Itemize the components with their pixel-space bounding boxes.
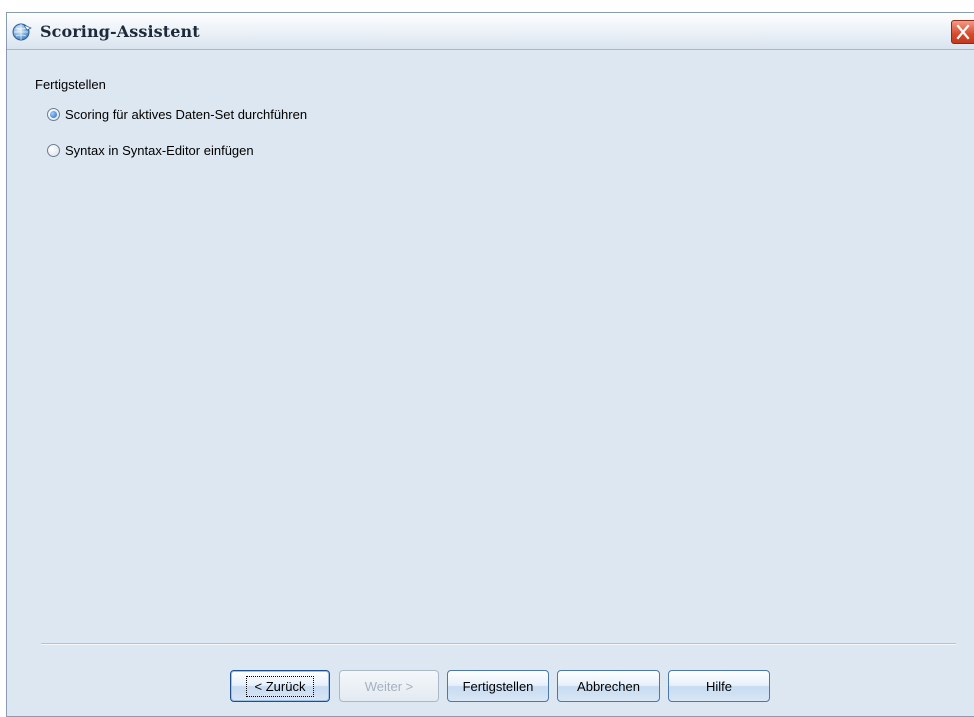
cancel-button-label: Abbrechen (577, 678, 640, 694)
finish-button-label: Fertigstellen (462, 678, 534, 694)
option-label: Scoring für aktives Daten-Set durchführe… (65, 107, 308, 122)
next-button-label: Weiter > (364, 678, 414, 694)
radio-button[interactable] (47, 144, 60, 157)
section-label: Fertigstellen (35, 77, 106, 92)
help-button[interactable]: Hilfe (668, 670, 770, 702)
dialog-content: Fertigstellen Scoring für aktives Daten-… (7, 50, 974, 716)
finish-button[interactable]: Fertigstellen (447, 670, 549, 702)
option-score-active-dataset[interactable]: Scoring für aktives Daten-Set durchführe… (47, 107, 307, 122)
option-paste-syntax[interactable]: Syntax in Syntax-Editor einfügen (47, 143, 254, 158)
back-button[interactable]: < Zurück (230, 670, 330, 702)
radio-button-checked[interactable] (47, 108, 60, 121)
help-button-label: Hilfe (705, 678, 732, 694)
window-title: Scoring-Assistent (40, 22, 200, 41)
globe-arrow-icon (12, 23, 32, 41)
separator (41, 643, 956, 645)
title-bar[interactable]: Scoring-Assistent (7, 13, 974, 50)
back-button-label: < Zurück (245, 675, 315, 697)
cancel-button[interactable]: Abbrechen (557, 670, 660, 702)
close-button[interactable] (951, 20, 974, 44)
option-label: Syntax in Syntax-Editor einfügen (65, 143, 254, 158)
scoring-assistant-window: Scoring-Assistent Fertigstellen Scoring … (6, 12, 974, 717)
close-icon (956, 24, 970, 40)
next-button: Weiter > (339, 670, 439, 702)
